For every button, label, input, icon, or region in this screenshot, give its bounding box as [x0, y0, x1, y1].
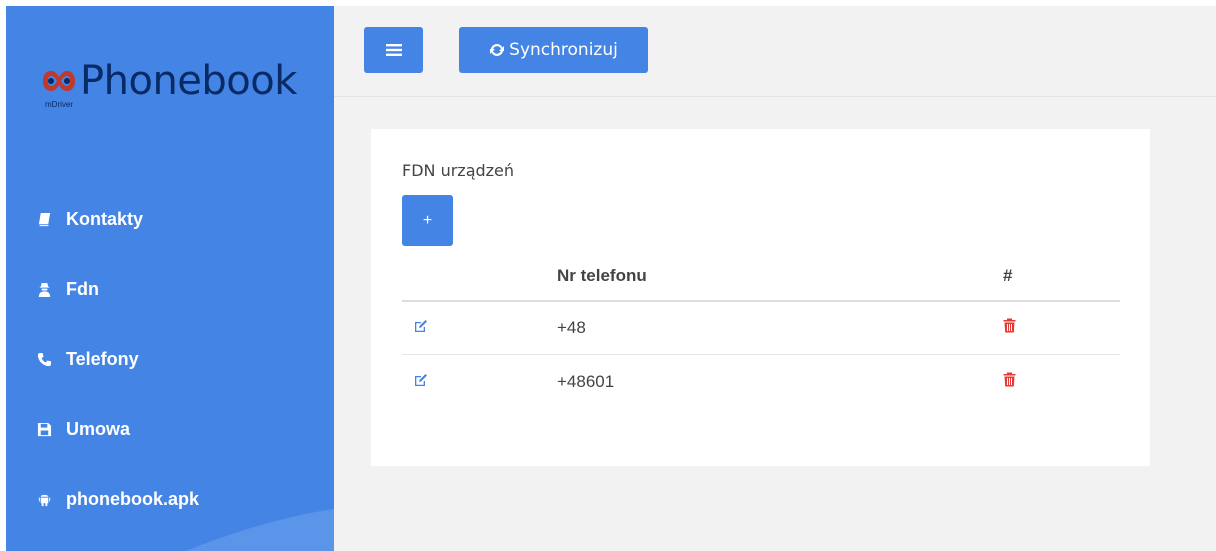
table-row: +48 — [402, 302, 1120, 355]
main-content: Synchronizuj FDN urządzeń + Nr telefonu … — [334, 6, 1216, 551]
topbar: Synchronizuj — [334, 6, 1216, 97]
bars-icon — [385, 44, 402, 56]
sidebar-decoration — [186, 509, 334, 551]
edit-icon[interactable] — [414, 319, 428, 333]
fdn-table: Nr telefonu # +48 +48601 — [402, 251, 1120, 408]
sidebar-item-umowa[interactable]: Umowa — [6, 394, 334, 464]
sidebar-item-label: Kontakty — [66, 208, 144, 229]
column-header-hash: # — [1003, 265, 1013, 285]
table-header: Nr telefonu # — [402, 251, 1120, 302]
table-row: +48601 — [402, 355, 1120, 408]
brand-sub: mDriver — [45, 100, 73, 109]
fdn-card: FDN urządzeń + Nr telefonu # +48 +48601 — [371, 129, 1150, 466]
phone-number: +48 — [557, 318, 586, 337]
add-button[interactable]: + — [402, 195, 453, 246]
sync-button[interactable]: Synchronizuj — [459, 27, 648, 73]
floppy-icon — [36, 421, 52, 437]
user-secret-icon — [36, 281, 52, 297]
app: Phonebook mDriver Kontakty Fdn Telefony … — [6, 6, 1216, 551]
sidebar: Phonebook mDriver Kontakty Fdn Telefony … — [6, 6, 334, 551]
refresh-icon — [490, 44, 505, 56]
card-title: FDN urządzeń — [402, 161, 515, 180]
sync-button-label: Synchronizuj — [509, 40, 618, 60]
column-header-number: Nr telefonu — [557, 265, 647, 285]
trash-icon[interactable] — [1003, 372, 1016, 387]
sidebar-item-telefony[interactable]: Telefony — [6, 324, 334, 394]
edit-icon[interactable] — [414, 373, 428, 387]
logo-mark-icon — [43, 71, 75, 91]
sidebar-nav: Kontakty Fdn Telefony Umowa phonebook.ap… — [6, 184, 334, 534]
sidebar-item-label: Umowa — [66, 418, 131, 439]
trash-icon[interactable] — [1003, 318, 1016, 333]
brand-name: Phonebook — [80, 58, 297, 104]
sidebar-item-label: Fdn — [66, 278, 99, 299]
sidebar-item-kontakty[interactable]: Kontakty — [6, 184, 334, 254]
phone-icon — [36, 351, 52, 367]
sidebar-item-label: Telefony — [66, 348, 139, 369]
book-icon — [36, 211, 52, 227]
phone-number: +48601 — [557, 371, 615, 391]
sidebar-item-fdn[interactable]: Fdn — [6, 254, 334, 324]
menu-toggle-button[interactable] — [364, 27, 423, 73]
